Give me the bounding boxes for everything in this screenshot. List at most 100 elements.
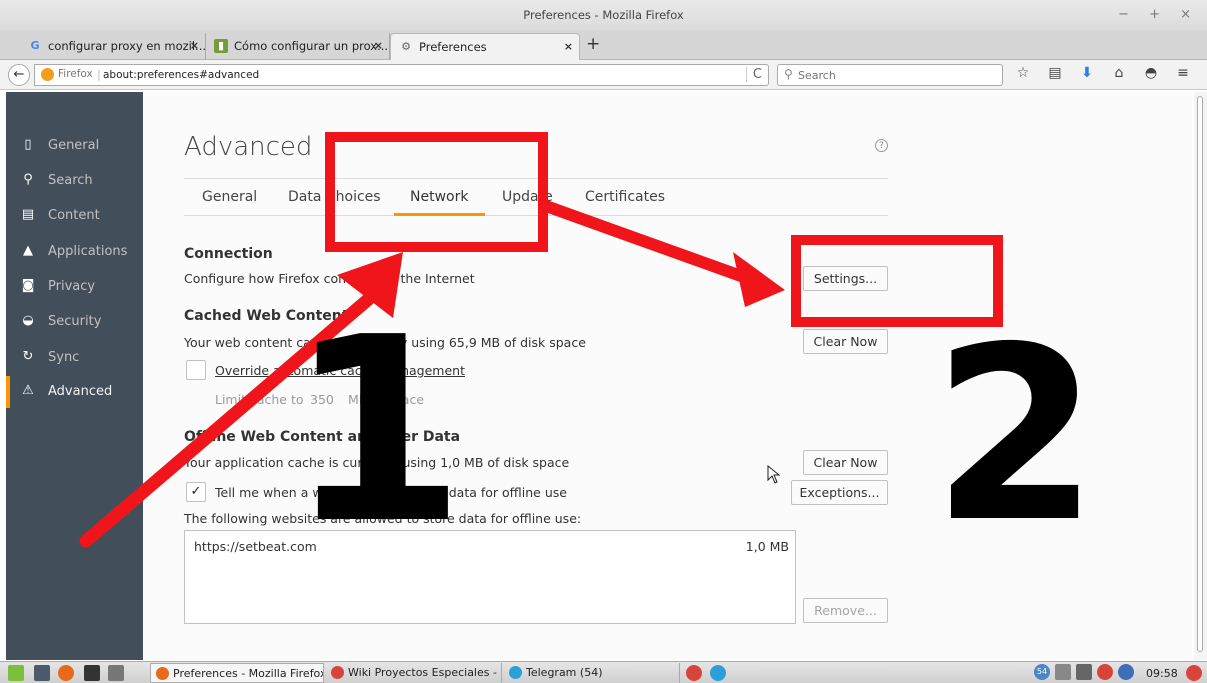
- privacy-icon: ◙: [21, 278, 35, 293]
- applications-icon: ▲: [23, 243, 33, 258]
- close-icon[interactable]: ×: [190, 39, 199, 52]
- volume-icon[interactable]: [1076, 664, 1092, 680]
- pocket-icon[interactable]: ◓: [1142, 65, 1160, 81]
- task-label: Wiki Proyectos Especiales - p...: [348, 666, 502, 679]
- tab-update[interactable]: Update: [502, 189, 553, 205]
- google-icon: G: [30, 39, 40, 52]
- chrome-icon: [331, 666, 344, 679]
- toolbar-icons: ☆ ▤ ⬇ ⌂ ◓ ≡: [1014, 65, 1206, 81]
- bookmark-star-icon[interactable]: ☆: [1014, 65, 1032, 81]
- url-text[interactable]: about:preferences#advanced: [103, 69, 259, 81]
- show-desktop-icon[interactable]: [34, 665, 50, 681]
- back-button[interactable]: ←: [8, 64, 30, 86]
- security-icon: ◒: [22, 313, 34, 328]
- tab-data-choices[interactable]: Data Choices: [288, 189, 381, 205]
- gear-icon: ⚙: [401, 40, 411, 53]
- taskbar-task-telegram[interactable]: Telegram (54): [504, 663, 680, 683]
- new-tab-button[interactable]: +: [586, 34, 600, 54]
- mint-menu-icon[interactable]: [8, 665, 24, 681]
- offline-sites-list[interactable]: https://setbeat.com 1,0 MB: [184, 530, 796, 624]
- url-bar[interactable]: Firefox | about:preferences#advanced C: [34, 64, 769, 86]
- clear-offline-button[interactable]: Clear Now: [803, 450, 888, 475]
- remove-site-button[interactable]: Remove...: [803, 598, 888, 623]
- override-cache-checkbox[interactable]: [186, 360, 206, 380]
- telegram-launcher-icon[interactable]: [710, 665, 726, 681]
- task-label: Preferences - Mozilla Firefox: [173, 667, 324, 680]
- step-number-one: 1: [288, 283, 466, 580]
- tab-certificates[interactable]: Certificates: [585, 189, 665, 205]
- home-icon[interactable]: ⌂: [1110, 65, 1128, 81]
- search-input[interactable]: [798, 67, 996, 83]
- sidebar-item-general[interactable]: ▯ General: [6, 130, 143, 162]
- firefox-icon: [41, 68, 54, 81]
- sidebar-item-label: Search: [48, 173, 93, 188]
- sidebar-item-privacy[interactable]: ◙ Privacy: [6, 271, 143, 303]
- active-tab-indicator: [394, 213, 485, 216]
- downloads-icon[interactable]: ⬇: [1078, 65, 1096, 81]
- window-titlebar: Preferences - Mozilla Firefox − + ×: [0, 0, 1207, 30]
- search-icon: ⚲: [784, 67, 793, 81]
- firefox-launcher-icon[interactable]: [58, 665, 74, 681]
- chrome-notify-icon[interactable]: [1186, 665, 1202, 681]
- sidebar-item-label: General: [48, 138, 100, 153]
- task-label: Telegram (54): [526, 666, 603, 679]
- tab-proxy-article[interactable]: ▮ Cómo configurar un prox... ×: [206, 33, 390, 60]
- sidebar-item-label: Sync: [48, 350, 80, 365]
- identity-label[interactable]: Firefox: [58, 68, 93, 80]
- step-number-two: 2: [932, 295, 1099, 575]
- site-size: 1,0 MB: [745, 539, 789, 554]
- search-icon: ⚲: [23, 172, 33, 187]
- close-icon[interactable]: ×: [564, 40, 573, 53]
- menu-icon[interactable]: ≡: [1174, 65, 1192, 81]
- tab-strip: G configurar proxy en mozil... × ▮ Cómo …: [0, 30, 1207, 60]
- sidebar-item-label: Privacy: [48, 279, 96, 294]
- telegram-tray-icon[interactable]: 54: [1034, 664, 1050, 680]
- clock[interactable]: 09:58: [1146, 667, 1178, 680]
- taskbar-task-firefox[interactable]: Preferences - Mozilla Firefox: [150, 663, 324, 683]
- tab-network[interactable]: Network: [410, 189, 468, 205]
- tab-label: Preferences: [419, 40, 487, 54]
- window-title: Preferences - Mozilla Firefox: [523, 8, 684, 22]
- reading-list-icon[interactable]: ▤: [1046, 65, 1064, 81]
- sidebar-item-label: Applications: [48, 244, 128, 259]
- sidebar-item-applications[interactable]: ▲ Applications: [6, 236, 143, 268]
- sidebar-item-label: Security: [48, 314, 102, 329]
- reload-icon[interactable]: C: [745, 67, 762, 82]
- page-title: Advanced: [184, 132, 313, 162]
- sidebar-item-advanced[interactable]: ⚠ Advanced: [6, 376, 143, 408]
- chrome-launcher-icon[interactable]: [686, 665, 702, 681]
- sidebar-item-sync[interactable]: ↻ Sync: [6, 342, 143, 374]
- close-icon[interactable]: ×: [374, 39, 383, 52]
- window-controls[interactable]: − + ×: [1118, 7, 1199, 22]
- site-favicon-icon: ▮: [214, 39, 228, 53]
- shield-icon[interactable]: [1118, 664, 1134, 680]
- general-icon: ▯: [24, 137, 32, 152]
- sidebar-item-security[interactable]: ◒ Security: [6, 306, 143, 338]
- clear-cache-button[interactable]: Clear Now: [803, 329, 888, 354]
- help-icon[interactable]: ?: [875, 139, 888, 152]
- taskbar-task-chrome[interactable]: Wiki Proyectos Especiales - p...: [326, 663, 502, 683]
- tab-general[interactable]: General: [202, 189, 257, 205]
- network-icon[interactable]: [1055, 664, 1071, 680]
- tab-preferences[interactable]: ⚙ Preferences ×: [390, 33, 580, 60]
- page-scrollbar[interactable]: [1194, 92, 1207, 660]
- chrome-tray-icon[interactable]: [1097, 664, 1113, 680]
- tab-google-search[interactable]: G configurar proxy en mozil... ×: [20, 33, 206, 60]
- connection-settings-button[interactable]: Settings...: [803, 266, 888, 291]
- advanced-subtabs: General Data Choices Network Update Cert…: [184, 179, 888, 216]
- scrollbar-thumb[interactable]: [1197, 96, 1203, 652]
- sync-icon: ↻: [22, 349, 34, 364]
- exceptions-button[interactable]: Exceptions...: [791, 480, 888, 505]
- mouse-cursor-icon: [767, 465, 781, 484]
- url-divider: |: [97, 68, 101, 81]
- sidebar-item-search[interactable]: ⚲ Search: [6, 165, 143, 197]
- system-tray: 54: [1034, 664, 1139, 680]
- files-icon[interactable]: [108, 665, 124, 681]
- terminal-icon[interactable]: [84, 665, 100, 681]
- sidebar-item-label: Content: [48, 208, 100, 223]
- sidebar-item-content[interactable]: ▤ Content: [6, 200, 143, 232]
- tell-me-checkbox[interactable]: ✓: [186, 482, 206, 502]
- tab-label: Cómo configurar un prox...: [234, 39, 389, 53]
- telegram-icon: [509, 666, 522, 679]
- search-bar[interactable]: ⚲: [777, 64, 1003, 86]
